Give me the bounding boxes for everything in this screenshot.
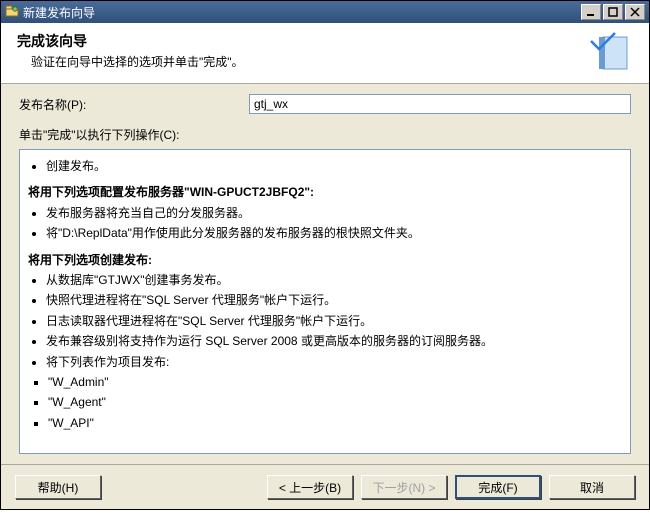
publish-name-label: 发布名称(P): xyxy=(19,96,249,113)
table-item: "W_API" xyxy=(48,413,622,433)
wizard-window: 新建发布向导 完成该向导 验证在向导中选择的选项并单击"完成"。 xyxy=(0,0,650,510)
minimize-button[interactable] xyxy=(581,4,601,20)
button-bar: 帮助(H) < 上一步(B) 下一步(N) > 完成(F) 取消 xyxy=(1,464,649,509)
summary-item: 从数据库"GTJWX"创建事务发布。 xyxy=(46,270,622,290)
titlebar: 新建发布向导 xyxy=(1,1,649,23)
window-title: 新建发布向导 xyxy=(23,4,95,21)
header-panel: 完成该向导 验证在向导中选择的选项并单击"完成"。 xyxy=(1,23,649,84)
wizard-icon xyxy=(589,31,633,75)
publish-name-input[interactable] xyxy=(249,94,631,114)
body-panel: 发布名称(P): 单击"完成"以执行下列操作(C): 创建发布。 将用下列选项配… xyxy=(1,84,649,464)
summary-item: 发布兼容级别将支持作为运行 SQL Server 2008 或更高版本的服务器的… xyxy=(46,331,622,351)
finish-button[interactable]: 完成(F) xyxy=(455,475,541,499)
instruction-label: 单击"完成"以执行下列操作(C): xyxy=(19,126,631,143)
create-heading: 将用下列选项创建发布: xyxy=(28,250,622,270)
summary-box[interactable]: 创建发布。 将用下列选项配置发布服务器"WIN-GPUCT2JBFQ2": 发布… xyxy=(19,149,631,454)
table-item: "W_Admin" xyxy=(48,372,622,392)
table-item: "W_Agent" xyxy=(48,392,622,412)
window-buttons xyxy=(581,4,645,20)
page-title: 完成该向导 xyxy=(17,31,589,51)
help-button[interactable]: 帮助(H) xyxy=(15,475,101,499)
summary-item: 日志读取器代理进程将在"SQL Server 代理服务"帐户下运行。 xyxy=(46,311,622,331)
close-button[interactable] xyxy=(625,4,645,20)
maximize-button[interactable] xyxy=(603,4,623,20)
summary-item: 发布服务器将充当自己的分发服务器。 xyxy=(46,203,622,223)
back-button[interactable]: < 上一步(B) xyxy=(267,475,353,499)
summary-item: 创建发布。 xyxy=(46,156,622,176)
summary-item: 快照代理进程将在"SQL Server 代理服务"帐户下运行。 xyxy=(46,290,622,310)
next-button: 下一步(N) > xyxy=(361,475,447,499)
summary-item: 将下列表作为项目发布: xyxy=(46,352,622,372)
page-subtitle: 验证在向导中选择的选项并单击"完成"。 xyxy=(17,53,589,70)
summary-item: 将"D:\ReplData"用作使用此分发服务器的发布服务器的根快照文件夹。 xyxy=(46,223,622,243)
app-icon xyxy=(5,5,19,19)
config-heading: 将用下列选项配置发布服务器"WIN-GPUCT2JBFQ2": xyxy=(28,182,622,202)
cancel-button[interactable]: 取消 xyxy=(549,475,635,499)
